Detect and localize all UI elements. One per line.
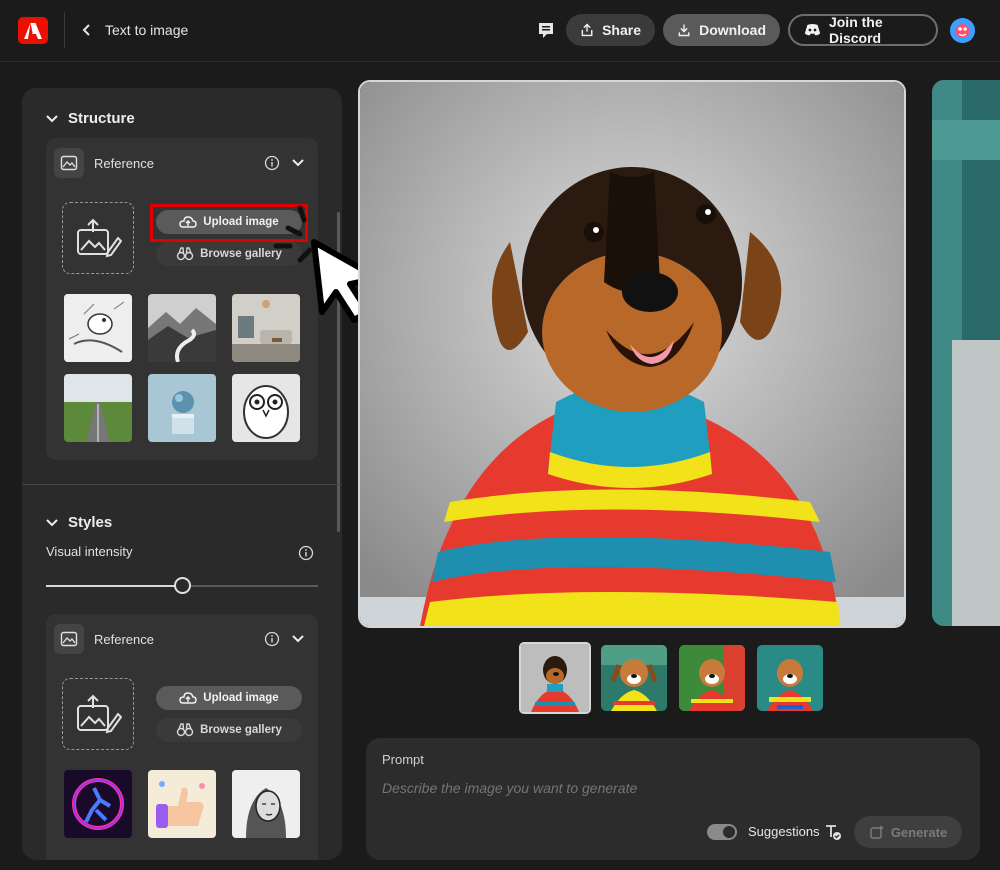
cloud-upload-icon (179, 692, 197, 704)
chevron-down-icon (46, 114, 58, 122)
info-icon[interactable] (264, 631, 280, 647)
avatar[interactable] (950, 18, 975, 43)
structure-title: Structure (68, 110, 135, 127)
prompt-label: Prompt (382, 752, 424, 767)
share-icon (581, 23, 593, 37)
share-label: Share (602, 22, 641, 38)
reference-label: Reference (94, 631, 154, 647)
discord-icon (804, 24, 821, 36)
thumbnail-neon-runner[interactable] (64, 770, 132, 838)
thumbnail-bird-sketch[interactable] (64, 294, 132, 362)
suggestions-label: Suggestions (748, 824, 820, 839)
styles-title: Styles (68, 514, 113, 531)
download-button[interactable]: Download (663, 14, 780, 46)
thumbnail-owl-line-art[interactable] (232, 374, 300, 442)
chevron-down-icon[interactable] (292, 159, 304, 167)
generate-label: Generate (890, 824, 948, 840)
slider-fill (46, 585, 182, 587)
suggestions-toggle[interactable] (707, 824, 737, 840)
app-header: Text to image Share Download Join the Di… (0, 0, 1000, 62)
variation-thumbnail-4[interactable] (757, 645, 823, 711)
thumbnail-sphere-pedestal[interactable] (148, 374, 216, 442)
info-icon[interactable] (264, 155, 280, 171)
browse-gallery-button[interactable]: Browse gallery (156, 718, 302, 742)
download-icon (678, 24, 690, 37)
styles-reference-card: Reference Upload image Browse gallery (46, 614, 318, 860)
share-button[interactable]: Share (566, 14, 655, 46)
generate-button[interactable]: Generate (854, 816, 962, 848)
info-icon[interactable] (298, 545, 314, 561)
styles-section-header[interactable]: Styles (46, 514, 112, 531)
join-discord-button[interactable]: Join the Discord (788, 14, 938, 46)
reference-image-icon (54, 624, 84, 654)
download-label: Download (699, 22, 766, 38)
generate-sparkle-icon (870, 825, 884, 839)
binoculars-icon (176, 723, 194, 737)
section-divider (22, 484, 342, 485)
variation-thumbnail-3[interactable] (679, 645, 745, 711)
thumbnail-engraved-portrait[interactable] (232, 770, 300, 838)
upload-image-label: Upload image (203, 692, 279, 704)
upload-dropzone[interactable] (62, 202, 134, 274)
binoculars-icon (176, 247, 194, 261)
variation-thumbnail-1[interactable] (519, 642, 591, 714)
visual-intensity-label: Visual intensity (46, 544, 133, 559)
thumbnail-field-road[interactable] (64, 374, 132, 442)
prompt-input[interactable] (382, 780, 942, 796)
generated-image-main[interactable] (358, 80, 906, 628)
suggestions-text-icon[interactable] (824, 823, 842, 841)
visual-intensity-slider[interactable] (46, 577, 318, 594)
comment-icon[interactable] (536, 20, 556, 40)
thumbnail-thumbs-up[interactable] (148, 770, 216, 838)
chevron-down-icon[interactable] (292, 635, 304, 643)
back-arrow-icon[interactable] (80, 21, 94, 39)
header-divider (64, 12, 65, 48)
page-title: Text to image (105, 22, 189, 38)
reference-image-icon (54, 148, 84, 178)
chevron-down-icon (46, 518, 58, 526)
variation-thumbnail-2[interactable] (601, 645, 667, 711)
slider-handle[interactable] (174, 577, 191, 594)
structure-section-header[interactable]: Structure (46, 110, 135, 127)
upload-image-button[interactable]: Upload image (156, 686, 302, 710)
reference-header: Reference (54, 624, 310, 654)
thumbnail-mountain-river[interactable] (148, 294, 216, 362)
upload-image-icon (77, 694, 122, 734)
upload-dropzone[interactable] (62, 678, 134, 750)
reference-header: Reference (54, 148, 310, 178)
toggle-knob (723, 826, 735, 838)
reference-label: Reference (94, 155, 154, 171)
discord-label: Join the Discord (828, 14, 883, 46)
browse-gallery-label: Browse gallery (200, 724, 282, 736)
adobe-logo-icon[interactable] (18, 17, 48, 44)
prompt-panel: Prompt Suggestions Generate (366, 738, 980, 860)
upload-image-icon (77, 218, 122, 258)
next-image-preview[interactable] (932, 80, 1000, 626)
